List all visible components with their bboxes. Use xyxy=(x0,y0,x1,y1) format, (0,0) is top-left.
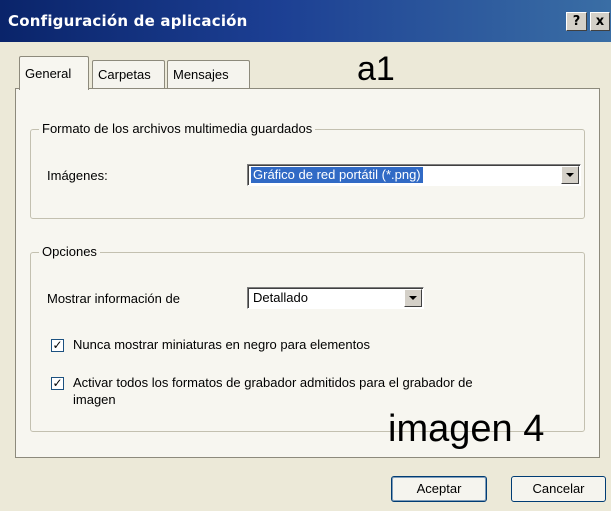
close-button[interactable]: x xyxy=(590,12,610,31)
show-info-dropdown-button[interactable] xyxy=(404,289,422,307)
media-format-group-title: Formato de los archivos multimedia guard… xyxy=(39,121,316,136)
help-button[interactable]: ? xyxy=(566,12,587,31)
images-format-dropdown-button[interactable] xyxy=(561,166,579,184)
checkmark-icon: ✓ xyxy=(52,376,63,390)
thumbnails-checkbox[interactable]: ✓ xyxy=(51,339,64,352)
formats-checkbox[interactable]: ✓ xyxy=(51,377,64,390)
accept-button[interactable]: Aceptar xyxy=(391,476,487,502)
annotation-label-bottom: imagen 4 xyxy=(388,408,545,450)
media-format-group: Formato de los archivos multimedia guard… xyxy=(30,121,585,219)
show-info-value: Detallado xyxy=(253,290,308,305)
chevron-down-icon xyxy=(409,296,417,300)
title-bar[interactable]: Configuración de aplicación ? x xyxy=(0,0,611,42)
window-title: Configuración de aplicación xyxy=(8,12,248,30)
tab-mensajes[interactable]: Mensajes xyxy=(167,60,250,88)
tab-carpetas[interactable]: Carpetas xyxy=(92,60,165,88)
options-group-title: Opciones xyxy=(39,244,100,259)
images-label: Imágenes: xyxy=(47,168,108,183)
show-info-select[interactable]: Detallado xyxy=(247,287,424,309)
images-format-select[interactable]: Gráfico de red portátil (*.png) xyxy=(247,164,581,186)
formats-checkbox-label-line2[interactable]: imagen xyxy=(73,392,116,407)
options-group: Opciones Mostrar información de Detallad… xyxy=(30,244,585,432)
images-format-value: Gráfico de red portátil (*.png) xyxy=(251,167,423,183)
checkmark-icon: ✓ xyxy=(52,338,63,352)
tab-general[interactable]: General xyxy=(19,56,89,90)
formats-checkbox-label-line1[interactable]: Activar todos los formatos de grabador a… xyxy=(73,375,473,390)
annotation-label-top: a1 xyxy=(357,50,395,88)
show-info-label: Mostrar información de xyxy=(47,291,180,306)
cancel-button[interactable]: Cancelar xyxy=(511,476,606,502)
tab-panel-general: Formato de los archivos multimedia guard… xyxy=(15,88,600,458)
thumbnails-checkbox-label[interactable]: Nunca mostrar miniaturas en negro para e… xyxy=(73,337,370,352)
chevron-down-icon xyxy=(566,173,574,177)
